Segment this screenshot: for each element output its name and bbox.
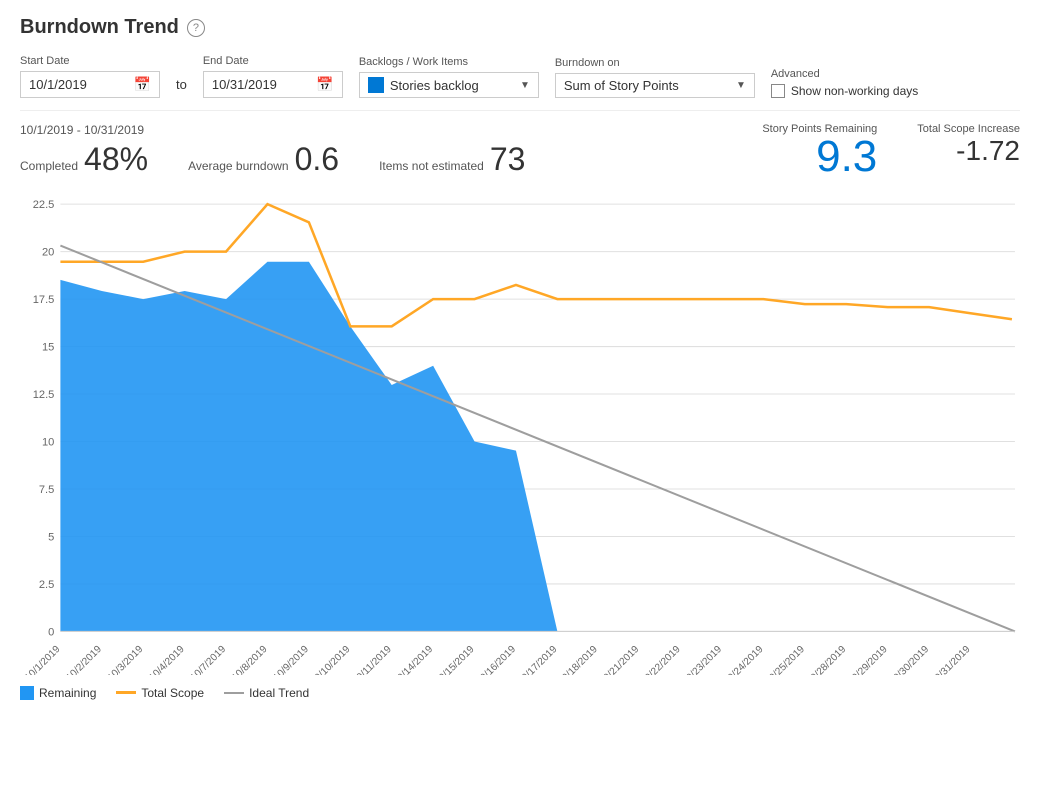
start-date-input[interactable]: 10/1/2019 📅 — [20, 71, 160, 98]
svg-text:10/15/2019: 10/15/2019 — [433, 644, 477, 675]
divider — [20, 110, 1020, 111]
show-nonworking-label: Show non-working days — [791, 84, 918, 98]
legend-ideal-trend: Ideal Trend — [224, 686, 309, 700]
date-range: 10/1/2019 - 10/31/2019 — [20, 123, 525, 137]
chart-area: 22.5 20 17.5 15 12.5 10 7.5 5 2.5 0 — [20, 190, 1020, 678]
items-not-estimated-label: Items not estimated — [379, 159, 484, 173]
svg-text:5: 5 — [48, 532, 54, 544]
completed-metric: Completed 48% — [20, 141, 148, 178]
total-scope-increase-label: Total Scope Increase — [917, 123, 1020, 135]
remaining-color — [20, 686, 34, 700]
items-not-estimated-value: 73 — [490, 141, 526, 178]
svg-text:12.5: 12.5 — [33, 389, 55, 401]
ideal-trend-color — [224, 692, 244, 694]
story-points-remaining: Story Points Remaining 9.3 — [762, 123, 877, 179]
avg-burndown-label: Average burndown — [188, 159, 289, 173]
svg-text:10/17/2019: 10/17/2019 — [516, 644, 560, 675]
svg-text:10/7/2019: 10/7/2019 — [189, 644, 229, 675]
to-label: to — [176, 77, 187, 92]
start-date-calendar-icon[interactable]: 📅 — [134, 76, 151, 93]
svg-text:10: 10 — [42, 437, 54, 449]
burndown-label: Burndown on — [555, 57, 755, 69]
svg-text:10/16/2019: 10/16/2019 — [475, 644, 519, 675]
avg-burndown-metric: Average burndown 0.6 — [188, 141, 339, 178]
svg-text:10/9/2019: 10/9/2019 — [271, 644, 311, 675]
svg-text:22.5: 22.5 — [33, 199, 55, 211]
svg-text:10/28/2019: 10/28/2019 — [805, 644, 849, 675]
advanced-label: Advanced — [771, 68, 918, 80]
backlog-icon — [368, 77, 384, 93]
svg-text:10/23/2019: 10/23/2019 — [681, 644, 725, 675]
completed-value: 48% — [84, 141, 148, 178]
burndown-dropdown[interactable]: Sum of Story Points ▼ — [555, 73, 755, 98]
story-points-remaining-value: 9.3 — [816, 135, 877, 179]
svg-text:10/11/2019: 10/11/2019 — [351, 644, 394, 675]
svg-text:10/3/2019: 10/3/2019 — [106, 644, 146, 675]
svg-text:10/4/2019: 10/4/2019 — [147, 644, 187, 675]
completed-label: Completed — [20, 159, 78, 173]
burndown-chart: 22.5 20 17.5 15 12.5 10 7.5 5 2.5 0 — [20, 190, 1020, 675]
svg-text:7.5: 7.5 — [39, 484, 54, 496]
svg-text:10/25/2019: 10/25/2019 — [763, 644, 807, 675]
backlogs-dropdown[interactable]: Stories backlog ▼ — [359, 72, 539, 98]
legend-remaining: Remaining — [20, 686, 96, 700]
svg-text:10/1/2019: 10/1/2019 — [23, 644, 63, 675]
remaining-area — [60, 262, 597, 632]
svg-text:15: 15 — [42, 342, 54, 354]
avg-burndown-value: 0.6 — [295, 141, 339, 178]
svg-text:2.5: 2.5 — [39, 579, 54, 591]
start-date-label: Start Date — [20, 55, 160, 67]
items-not-estimated-metric: Items not estimated 73 — [379, 141, 525, 178]
svg-text:10/10/2019: 10/10/2019 — [309, 644, 353, 675]
chart-legend: Remaining Total Scope Ideal Trend — [20, 686, 1020, 700]
total-scope-label: Total Scope — [141, 686, 204, 700]
end-date-label: End Date — [203, 55, 343, 67]
end-date-input[interactable]: 10/31/2019 📅 — [203, 71, 343, 98]
page-title: Burndown Trend — [20, 16, 179, 39]
end-date-calendar-icon[interactable]: 📅 — [316, 76, 333, 93]
total-scope-increase-value: -1.72 — [956, 135, 1020, 167]
burndown-chevron-icon: ▼ — [736, 80, 746, 91]
remaining-label: Remaining — [39, 686, 96, 700]
svg-text:10/14/2019: 10/14/2019 — [392, 644, 436, 675]
start-date-value: 10/1/2019 — [29, 77, 128, 92]
svg-text:20: 20 — [42, 247, 54, 259]
svg-text:10/2/2019: 10/2/2019 — [64, 644, 104, 675]
svg-text:10/31/2019: 10/31/2019 — [929, 644, 973, 675]
legend-total-scope: Total Scope — [116, 686, 204, 700]
backlogs-chevron-icon: ▼ — [520, 80, 530, 91]
backlogs-label: Backlogs / Work Items — [359, 56, 539, 68]
help-icon[interactable]: ? — [187, 19, 205, 37]
svg-text:10/29/2019: 10/29/2019 — [846, 644, 890, 675]
ideal-trend-label: Ideal Trend — [249, 686, 309, 700]
show-nonworking-checkbox[interactable] — [771, 84, 785, 98]
svg-text:10/22/2019: 10/22/2019 — [639, 644, 683, 675]
total-scope-color — [116, 691, 136, 694]
svg-text:10/8/2019: 10/8/2019 — [230, 644, 270, 675]
burndown-value: Sum of Story Points — [564, 78, 730, 93]
svg-text:0: 0 — [48, 626, 54, 638]
svg-text:10/30/2019: 10/30/2019 — [888, 644, 932, 675]
backlogs-value: Stories backlog — [390, 78, 514, 93]
svg-text:10/24/2019: 10/24/2019 — [722, 644, 766, 675]
total-scope-increase: Total Scope Increase -1.72 — [917, 123, 1020, 167]
svg-text:17.5: 17.5 — [33, 294, 55, 306]
svg-text:10/18/2019: 10/18/2019 — [556, 644, 600, 675]
svg-text:10/21/2019: 10/21/2019 — [598, 644, 642, 675]
end-date-value: 10/31/2019 — [212, 77, 311, 92]
